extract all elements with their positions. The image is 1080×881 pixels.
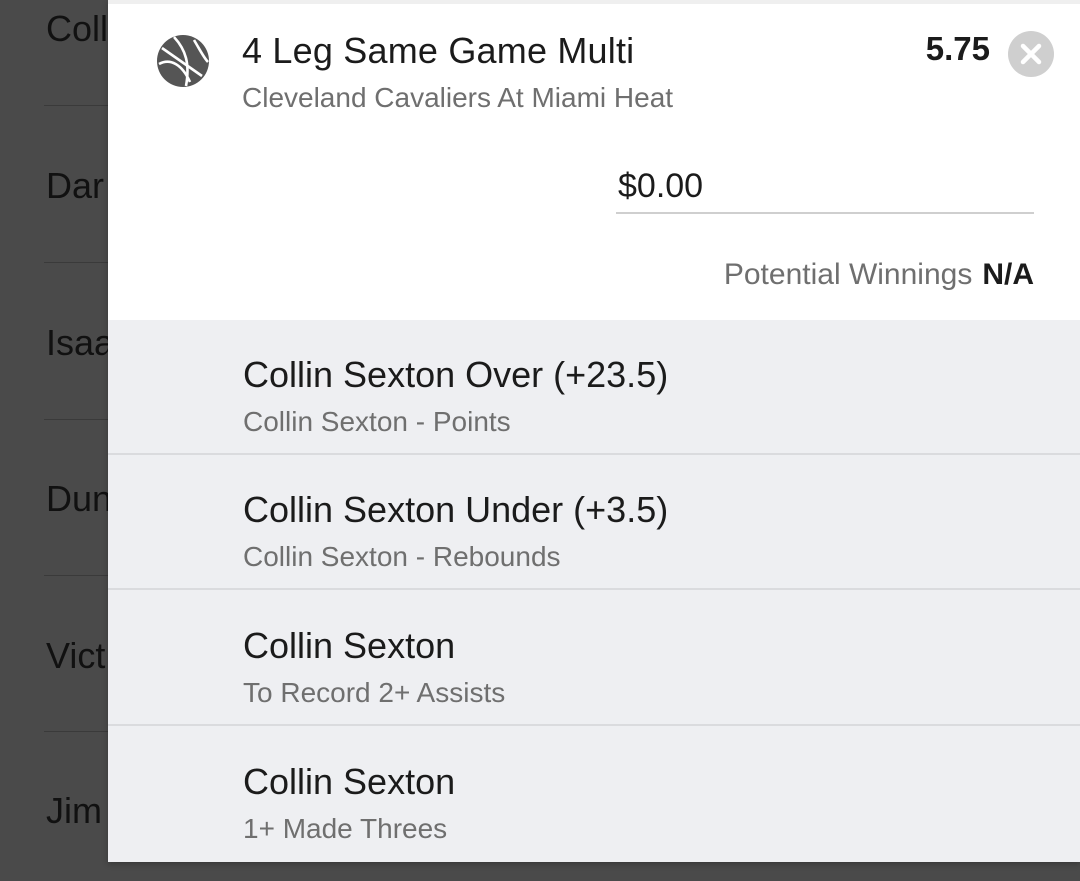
background-divider [44, 731, 114, 732]
background-list-item: Dun [46, 478, 113, 519]
background-list-item: Jim [46, 790, 102, 831]
bet-header: 4 Leg Same Game Multi Cleveland Cavalier… [108, 0, 1080, 320]
leg-selection: Collin Sexton [243, 625, 456, 666]
close-icon [1020, 43, 1042, 65]
top-strip [108, 0, 1080, 4]
screen: Coll Dar Isaa Dun Vict Jim 4 Leg Same Ga… [0, 0, 1080, 881]
stake-input[interactable] [616, 160, 1034, 214]
bet-leg[interactable]: Collin Sexton Over (+23.5) Collin Sexton… [108, 320, 1080, 455]
background-divider [44, 575, 114, 576]
potential-winnings: Potential Winnings N/A [724, 258, 1034, 292]
bet-legs-list: Collin Sexton Over (+23.5) Collin Sexton… [108, 320, 1080, 862]
bet-odds: 5.75 [925, 30, 990, 67]
basketball-icon [156, 34, 210, 88]
bet-title: 4 Leg Same Game Multi [242, 30, 635, 71]
background-divider [44, 105, 114, 106]
match-name: Cleveland Cavaliers At Miami Heat [242, 82, 674, 113]
potential-winnings-label: Potential Winnings [723, 258, 973, 291]
leg-market: 1+ Made Threes [243, 813, 448, 844]
leg-market: Collin Sexton - Points [243, 406, 511, 437]
background-divider [44, 419, 114, 420]
leg-market: To Record 2+ Assists [243, 677, 506, 708]
bet-leg[interactable]: Collin Sexton 1+ Made Threes [108, 727, 1080, 862]
leg-selection: Collin Sexton [243, 761, 456, 802]
background-divider [44, 262, 114, 263]
background-list-item: Coll [46, 8, 109, 49]
background-list-item: Isaa [46, 322, 115, 363]
remove-bet-button[interactable] [1008, 31, 1054, 77]
bet-leg[interactable]: Collin Sexton To Record 2+ Assists [108, 591, 1080, 726]
leg-selection: Collin Sexton Over (+23.5) [243, 354, 669, 395]
leg-selection: Collin Sexton Under (+3.5) [243, 489, 669, 530]
potential-winnings-value: N/A [982, 258, 1034, 291]
background-list-item: Dar [46, 165, 105, 206]
leg-market: Collin Sexton - Rebounds [243, 541, 561, 572]
bet-slip-panel: 4 Leg Same Game Multi Cleveland Cavalier… [108, 0, 1080, 862]
bet-leg[interactable]: Collin Sexton Under (+3.5) Collin Sexton… [108, 455, 1080, 590]
background-list-item: Vict [46, 635, 106, 676]
